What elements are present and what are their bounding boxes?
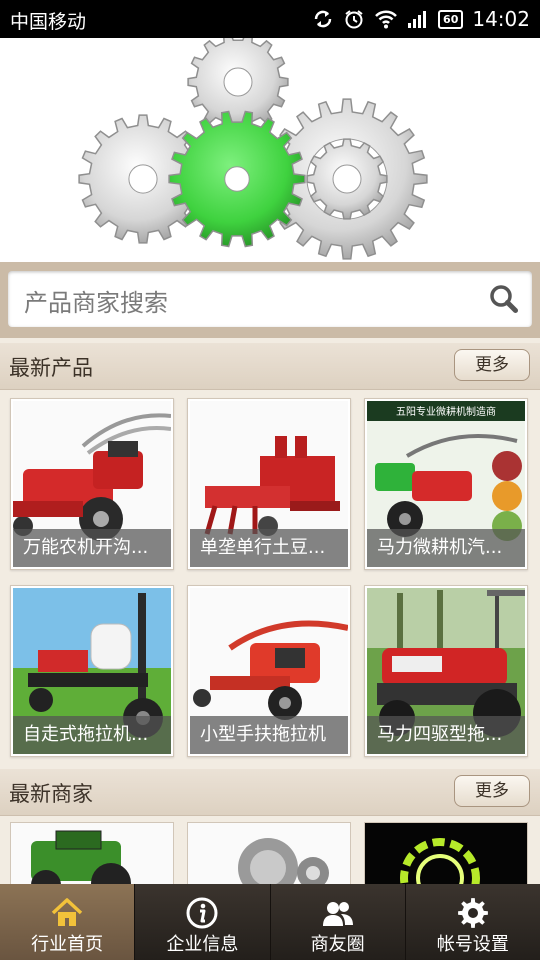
product-card[interactable]: 单垄单行土豆... bbox=[187, 398, 351, 570]
merchants-more-button[interactable]: 更多 bbox=[454, 775, 530, 807]
latest-merchants-title: 最新商家 bbox=[9, 782, 93, 806]
product-title: 自走式拖拉机... bbox=[13, 716, 171, 754]
bottom-tab-bar: 行业首页 企业信息 商友圈 帐号设置 bbox=[0, 884, 540, 960]
product-card[interactable]: 自走式拖拉机... bbox=[10, 585, 174, 757]
gear-left-hub bbox=[128, 164, 158, 194]
gear-right-inner-hub bbox=[332, 164, 362, 194]
merchant-image bbox=[365, 823, 527, 891]
latest-products-title: 最新产品 bbox=[9, 356, 93, 380]
merchant-image bbox=[11, 823, 173, 891]
merchant-card[interactable] bbox=[10, 822, 174, 892]
tab-business-circle-label: 商友圈 bbox=[310, 934, 365, 955]
gear-icon bbox=[457, 898, 488, 928]
merchant-card[interactable] bbox=[364, 822, 528, 892]
product-card[interactable]: 五阳专业微耕机制造商 马力微耕机汽... bbox=[364, 398, 528, 570]
products-more-button[interactable]: 更多 bbox=[454, 349, 530, 381]
header-banner bbox=[0, 31, 540, 262]
gear-icon-hole bbox=[467, 908, 478, 918]
tab-home[interactable]: 行业首页 bbox=[0, 884, 136, 960]
product-image-text: 五阳专业微耕机制造商 bbox=[396, 405, 496, 418]
wifi-icon bbox=[375, 10, 397, 29]
tab-home-label: 行业首页 bbox=[31, 934, 104, 955]
product-card[interactable]: 万能农机开沟... bbox=[10, 398, 174, 570]
latest-merchants-header: 最新商家 更多 bbox=[0, 769, 540, 816]
info-icon bbox=[186, 897, 218, 929]
product-card[interactable]: 小型手扶拖拉机 bbox=[187, 585, 351, 757]
people-icon bbox=[322, 902, 353, 926]
status-icons: 60 14:02 bbox=[312, 4, 530, 34]
alarm-icon bbox=[345, 10, 363, 29]
battery-icon: 60 bbox=[438, 9, 464, 29]
product-title: 马力四驱型拖... bbox=[367, 716, 525, 754]
merchant-image bbox=[188, 823, 350, 891]
clock: 14:02 bbox=[472, 7, 530, 31]
product-title: 单垄单行土豆... bbox=[190, 529, 348, 567]
latest-products-header: 最新产品 更多 bbox=[0, 343, 540, 390]
merchant-card[interactable] bbox=[187, 822, 351, 892]
gears-logo bbox=[78, 31, 428, 260]
search-input[interactable]: 产品商家搜索 bbox=[8, 271, 532, 327]
sync-icon bbox=[314, 10, 332, 28]
signal-icon bbox=[408, 11, 427, 28]
search-placeholder: 产品商家搜索 bbox=[24, 289, 168, 317]
tab-account-settings-label: 帐号设置 bbox=[436, 934, 509, 955]
product-title: 马力微耕机汽... bbox=[367, 529, 525, 567]
search-icon[interactable] bbox=[488, 283, 520, 315]
tab-company-info[interactable]: 企业信息 bbox=[135, 884, 271, 960]
home-icon bbox=[51, 898, 83, 926]
product-card[interactable]: 马力四驱型拖... bbox=[364, 585, 528, 757]
tab-account-settings[interactable]: 帐号设置 bbox=[405, 884, 540, 960]
gear-center-green-hub bbox=[224, 166, 250, 192]
tab-business-circle[interactable]: 商友圈 bbox=[270, 884, 406, 960]
status-bar: 中国移动 60 14:02 bbox=[0, 0, 540, 38]
tab-company-info-label: 企业信息 bbox=[166, 934, 239, 955]
search-bar: 产品商家搜索 bbox=[0, 262, 540, 338]
carrier-label: 中国移动 bbox=[10, 11, 87, 33]
gear-top-hub bbox=[223, 67, 253, 97]
product-title: 小型手扶拖拉机 bbox=[190, 716, 348, 754]
product-title: 万能农机开沟... bbox=[13, 529, 171, 567]
